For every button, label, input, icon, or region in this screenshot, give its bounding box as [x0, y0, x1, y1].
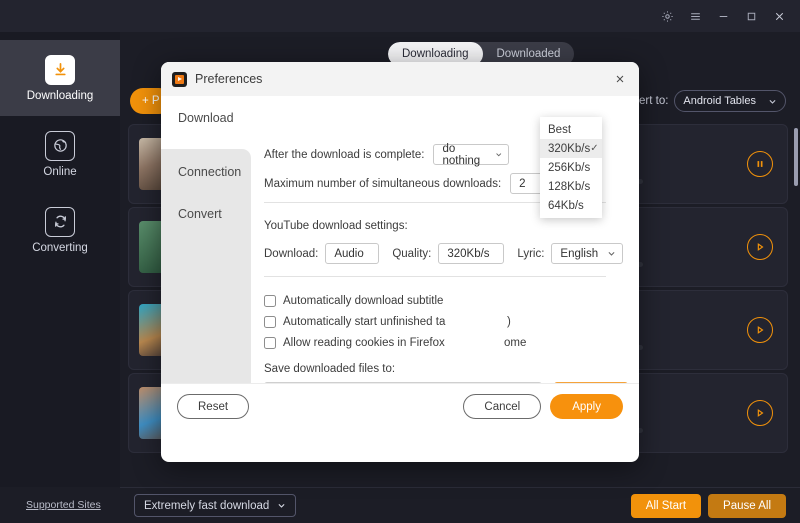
- sidebar-item-online[interactable]: Online: [0, 116, 120, 192]
- play-button[interactable]: [747, 234, 773, 260]
- app-window: Downloading Online Converting Supported …: [0, 0, 800, 523]
- quality-option-label: Best: [548, 123, 572, 136]
- play-button[interactable]: [747, 400, 773, 426]
- chevron-down-icon: [278, 503, 285, 508]
- globe-icon: [45, 130, 75, 161]
- play-button[interactable]: [747, 317, 773, 343]
- convert-to-value: Android Tables: [683, 95, 756, 107]
- quality-option-label: 320Kb/s: [548, 142, 591, 155]
- lyric-label: Lyric:: [517, 247, 545, 260]
- left-rail: Downloading Online Converting: [0, 32, 120, 487]
- sidebar-item-downloading[interactable]: Downloading: [0, 40, 120, 116]
- checkbox-cookies[interactable]: [264, 337, 276, 349]
- reset-button[interactable]: Reset: [177, 394, 250, 419]
- refresh-icon: [45, 206, 75, 237]
- checkbox-cookies-tail: ome: [504, 337, 527, 349]
- close-icon[interactable]: [766, 3, 792, 29]
- download-speed-value: Extremely fast download: [144, 499, 270, 512]
- window-controls: [654, 0, 792, 32]
- quality-option-label: 256Kb/s: [548, 161, 591, 174]
- itubego-logo-icon: [172, 71, 187, 87]
- checkbox-unfinished[interactable]: [264, 316, 276, 328]
- dialog-nav-download[interactable]: Download: [178, 111, 234, 125]
- checkbox-subtitle[interactable]: [264, 295, 276, 307]
- settings-gear-icon[interactable]: [654, 3, 680, 29]
- after-complete-label: After the download is complete:: [264, 148, 425, 161]
- quality-option-256[interactable]: 256Kb/s: [540, 158, 602, 177]
- max-simultaneous-label: Maximum number of simultaneous downloads…: [264, 177, 502, 190]
- quality-dropdown-menu[interactable]: Best 320Kb/s ✓ 256Kb/s 128Kb/s 64Kb/s: [540, 117, 602, 218]
- dialog-nav-connection[interactable]: Connection: [178, 165, 241, 179]
- cancel-button[interactable]: Cancel: [463, 394, 542, 419]
- quality-option-label: 128Kb/s: [548, 180, 591, 193]
- sidebar-item-label: Downloading: [26, 89, 94, 102]
- chevron-down-icon: [371, 253, 373, 254]
- pause-button[interactable]: [747, 151, 773, 177]
- checkbox-unfinished-label: Automatically start unfinished ta: [283, 316, 446, 328]
- preferences-dialog: Preferences Download Connection Convert …: [161, 62, 639, 462]
- supported-sites-link[interactable]: Supported Sites: [26, 499, 101, 511]
- lyric-select[interactable]: English: [551, 243, 624, 264]
- quality-value: 320Kb/s: [447, 247, 490, 260]
- quality-label: Quality:: [392, 247, 432, 260]
- paste-url-label: + P: [142, 95, 160, 107]
- max-simultaneous-row: Maximum number of simultaneous downloads…: [264, 173, 583, 194]
- list-scrollbar[interactable]: [794, 128, 798, 468]
- all-start-button[interactable]: All Start: [630, 493, 702, 518]
- chevron-down-icon: [496, 153, 502, 157]
- youtube-settings-row: Download: Audio Quality: 320Kb/s Lyric: …: [264, 243, 624, 264]
- checkbox-subtitle-label: Automatically download subtitle: [283, 295, 444, 307]
- sidebar-item-converting[interactable]: Converting: [0, 192, 120, 268]
- title-bar: [0, 0, 800, 32]
- checkbox-cookies-row[interactable]: Allow reading cookies in Firefox: [264, 337, 445, 349]
- dialog-nav-convert[interactable]: Convert: [178, 207, 222, 221]
- after-complete-select[interactable]: do nothing: [433, 142, 510, 167]
- dialog-body: Download Connection Convert After the do…: [161, 96, 639, 429]
- download-type-value: Audio: [334, 247, 364, 260]
- max-simultaneous-value: 2: [519, 177, 526, 190]
- dialog-footer: Reset Cancel Apply: [161, 383, 639, 429]
- checkbox-unfinished-row[interactable]: Automatically start unfinished ta: [264, 316, 445, 328]
- dialog-header: Preferences: [161, 62, 639, 96]
- quality-option-320[interactable]: 320Kb/s ✓: [540, 139, 602, 158]
- download-arrow-icon: [45, 54, 75, 85]
- apply-button[interactable]: Apply: [550, 394, 623, 419]
- dialog-title: Preferences: [195, 72, 263, 86]
- quality-select[interactable]: 320Kb/s: [438, 243, 505, 264]
- dialog-content: After the download is complete: do nothi…: [264, 96, 639, 429]
- minimize-icon[interactable]: [710, 3, 736, 29]
- chevron-down-icon: [608, 252, 615, 256]
- pause-all-button[interactable]: Pause All: [708, 493, 786, 518]
- sidebar-item-label: Converting: [32, 241, 88, 254]
- checkbox-subtitle-row[interactable]: Automatically download subtitle: [264, 295, 443, 307]
- checkbox-cookies-label: Allow reading cookies in Firefox: [283, 337, 445, 349]
- lyric-value: English: [560, 247, 599, 260]
- save-to-label: Save downloaded files to:: [264, 363, 396, 375]
- youtube-section-label: YouTube download settings:: [264, 220, 408, 232]
- after-complete-value: do nothing: [442, 142, 481, 167]
- convert-to-select[interactable]: Android Tables: [674, 90, 786, 112]
- close-icon[interactable]: [611, 70, 629, 88]
- after-complete-row: After the download is complete: do nothi…: [264, 142, 510, 167]
- quality-option-label: 64Kb/s: [548, 199, 584, 212]
- check-icon: ✓: [590, 143, 599, 154]
- quality-option-64[interactable]: 64Kb/s: [540, 196, 602, 215]
- download-type-select[interactable]: Audio: [325, 243, 380, 264]
- download-type-label: Download:: [264, 247, 319, 260]
- convert-to-group: nvert to: Android Tables: [627, 88, 786, 114]
- checkbox-unfinished-tail: ): [507, 316, 511, 328]
- divider: [264, 276, 606, 277]
- chevron-down-icon: [769, 99, 776, 104]
- download-speed-select[interactable]: Extremely fast download: [134, 494, 297, 517]
- bottom-bar: Extremely fast download All Start Pause …: [120, 487, 800, 523]
- sidebar-item-label: Online: [43, 165, 77, 178]
- quality-option-128[interactable]: 128Kb/s: [540, 177, 602, 196]
- quality-option-best[interactable]: Best: [540, 120, 602, 139]
- maximize-icon[interactable]: [738, 3, 764, 29]
- menu-icon[interactable]: [682, 3, 708, 29]
